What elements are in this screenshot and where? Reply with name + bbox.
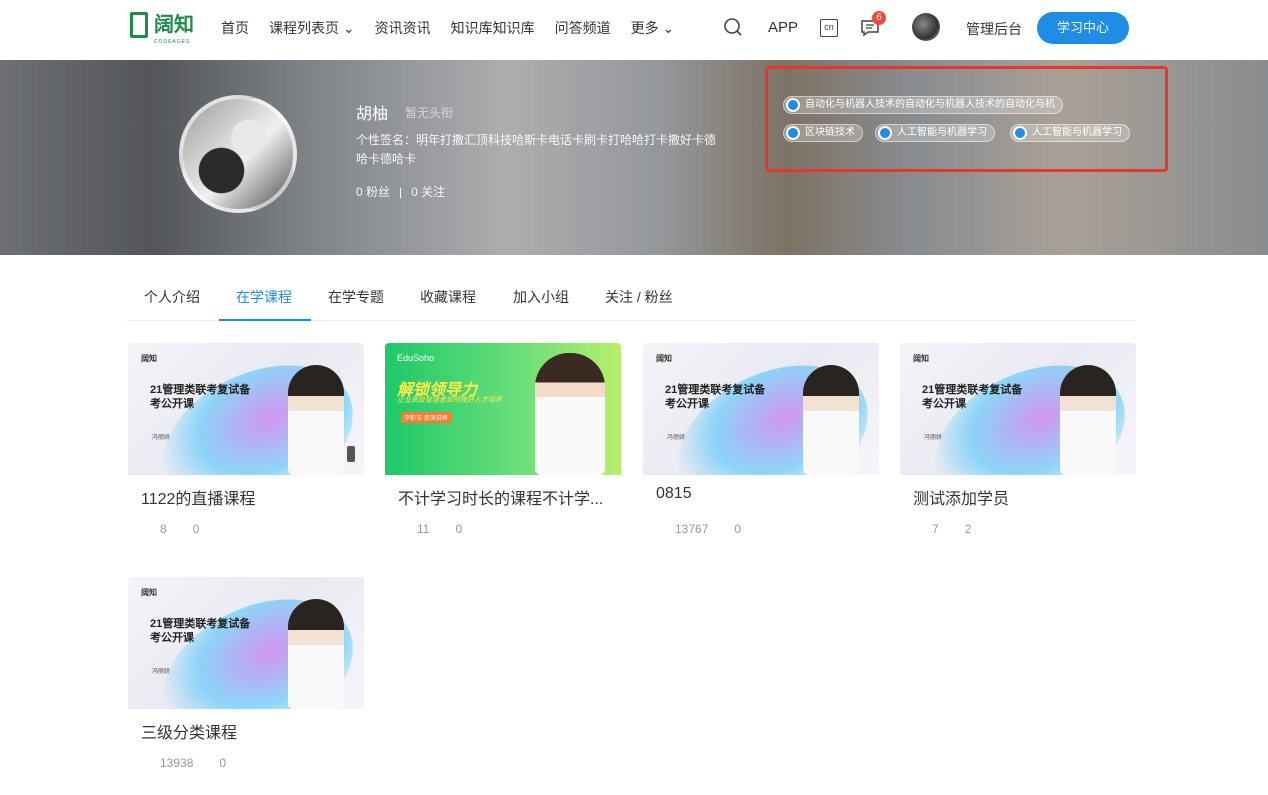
fans-count[interactable]: 0 粉丝 [356,185,390,199]
course-title[interactable]: 三级分类课程 [141,719,356,743]
tag-badge-icon [786,126,800,140]
cover-person-image [288,365,344,475]
cover-headline: 21管理类联考复试备考公开课 [150,384,251,410]
tag-badge-icon [1013,126,1027,140]
live-indicator-icon [347,446,355,462]
cover-lecturer: 李彩玉 资深讲师 [401,412,451,423]
course-card[interactable]: 阔知 21管理类联考复试备考公开课 冯丽妍 测试添加学员 72 [900,343,1136,543]
cover-subtitle: 企业高级管理者如何做好人才培养 [397,397,502,404]
student-count: 7 [932,522,939,536]
app-link[interactable]: APP [768,19,798,36]
cover-author: 冯丽妍 [152,435,171,441]
message-count-badge: 6 [872,11,886,25]
course-stats: 13767 0 [675,522,741,536]
nav-item-qa[interactable]: 问答频道 [555,18,611,38]
tag-label: 自动化与机器人技术的自动化与机器人技术的自动化与机 [805,99,1055,110]
main-nav: 首页 课程列表页 ⌄ 资讯资讯 知识库知识库 问答频道 更多 ⌄ [221,18,694,38]
active-tab-indicator [219,319,311,321]
cover-person-image [288,599,344,709]
tab-learning-courses[interactable]: 在学课程 [236,287,292,307]
logo-subtitle: CODEAGES [154,39,191,45]
student-count: 11 [417,522,430,536]
review-count: 2 [964,522,972,536]
following-count[interactable]: 0 关注 [411,185,445,199]
review-count: 0 [734,522,742,536]
tab-groups[interactable]: 加入小组 [513,287,569,307]
cover-brand: 阔知 [656,354,672,363]
course-cover[interactable]: 阔知 21管理类联考复试备考公开课 冯丽妍 [128,577,364,709]
cover-person-image [1060,365,1116,475]
review-count: 0 [192,522,200,536]
tab-follow-fans[interactable]: 关注 / 粉丝 [605,287,673,307]
nav-item-home[interactable]: 首页 [221,18,249,38]
review-count: 0 [455,522,463,536]
cover-brand: 阔知 [141,588,157,597]
profile-name: 胡柚 [356,106,389,123]
student-count: 13767 [675,522,709,536]
course-stats: 72 [932,522,971,536]
course-title[interactable]: 不计学习时长的课程不计学... [398,485,613,509]
tag-item[interactable]: 区块链技术 [783,124,863,142]
course-title[interactable]: 0815 [656,485,871,503]
stats-separator: | [399,185,403,199]
cover-author: 冯丽妍 [924,435,943,441]
nav-item-course-list[interactable]: 课程列表页 ⌄ [269,18,355,38]
search-icon[interactable] [723,17,743,37]
cover-brand: 阔知 [913,354,929,363]
language-icon[interactable]: cn [820,19,838,37]
course-title[interactable]: 测试添加学员 [913,485,1128,509]
tag-label: 人工智能与机器学习 [1032,127,1122,138]
profile-signature: 个性签名：明年打撒汇顶科技哈斯卡电话卡刷卡打哈哈打卡撒好卡德哈卡德哈卡 [356,133,717,166]
student-count: 8 [160,522,167,536]
profile-tabs: 个人介绍 在学课程 在学专题 收藏课程 加入小组 关注 / 粉丝 [127,284,1136,321]
tag-label: 区块链技术 [805,127,855,138]
cover-person-image [803,365,859,475]
top-header: 阔知 CODEAGES 首页 课程列表页 ⌄ 资讯资讯 知识库知识库 问答频道 … [0,0,1268,60]
course-stats: 80 [160,522,199,536]
logo-text: 阔知 [154,14,194,36]
follow-stats: 0 粉丝 | 0 关注 [356,183,445,200]
course-title[interactable]: 1122的直播课程 [141,485,356,509]
course-card[interactable]: EduSoho 解锁领导力 企业高级管理者如何做好人才培养 李彩玉 资深讲师 不… [385,343,621,543]
learning-center-button[interactable]: 学习中心 [1037,12,1129,44]
tag-badge-icon [786,98,800,112]
cover-headline: 21管理类联考复试备考公开课 [922,384,1023,410]
tag-item[interactable]: 人工智能与机器学习 [1010,124,1130,142]
course-cover[interactable]: 阔知 21管理类联考复试备考公开课 冯丽妍 [128,343,364,475]
cover-author: 冯丽妍 [152,669,171,675]
site-logo[interactable]: 阔知 CODEAGES [130,12,194,45]
tag-badge-icon [878,126,892,140]
nav-item-knowledge[interactable]: 知识库知识库 [451,18,535,38]
course-cover[interactable]: 阔知 21管理类联考复试备考公开课 冯丽妍 [900,343,1136,475]
tab-intro[interactable]: 个人介绍 [144,287,200,307]
course-card[interactable]: 阔知 21管理类联考复试备考公开课 冯丽妍 0815 13767 0 [643,343,879,543]
course-cover[interactable]: 阔知 21管理类联考复试备考公开课 冯丽妍 [643,343,879,475]
cover-headline: 21管理类联考复试备考公开课 [665,384,766,410]
cover-brand: EduSoho [397,353,435,363]
tab-learning-topics[interactable]: 在学专题 [328,287,384,307]
nav-item-news[interactable]: 资讯资讯 [375,18,431,38]
student-count: 13938 [160,756,194,770]
admin-link[interactable]: 管理后台 [966,19,1022,39]
tab-favorite-courses[interactable]: 收藏课程 [420,287,476,307]
profile-avatar [179,95,297,213]
tag-item[interactable]: 人工智能与机器学习 [875,124,995,142]
tag-item[interactable]: 自动化与机器人技术的自动化与机器人技术的自动化与机 [783,96,1063,114]
profile-title: 暂无头衔 [405,106,454,120]
cover-author: 冯丽妍 [667,435,686,441]
course-card[interactable]: 阔知 21管理类联考复试备考公开课 冯丽妍 1122的直播课程 80 [128,343,364,543]
user-avatar[interactable] [912,13,940,41]
cover-person-image [535,353,605,475]
course-cover[interactable]: EduSoho 解锁领导力 企业高级管理者如何做好人才培养 李彩玉 资深讲师 [385,343,621,475]
cover-brand: 阔知 [141,354,157,363]
course-card[interactable]: 阔知 21管理类联考复试备考公开课 冯丽妍 三级分类课程 13938 0 [128,577,364,777]
review-count: 0 [219,756,227,770]
course-stats: 11 0 [417,522,462,536]
tags-highlight-box [765,66,1168,172]
cover-headline: 21管理类联考复试备考公开课 [150,618,251,644]
nav-item-more[interactable]: 更多 ⌄ [631,18,675,38]
logo-mark-icon [130,12,148,38]
course-stats: 13938 0 [160,756,226,770]
tag-label: 人工智能与机器学习 [897,127,987,138]
